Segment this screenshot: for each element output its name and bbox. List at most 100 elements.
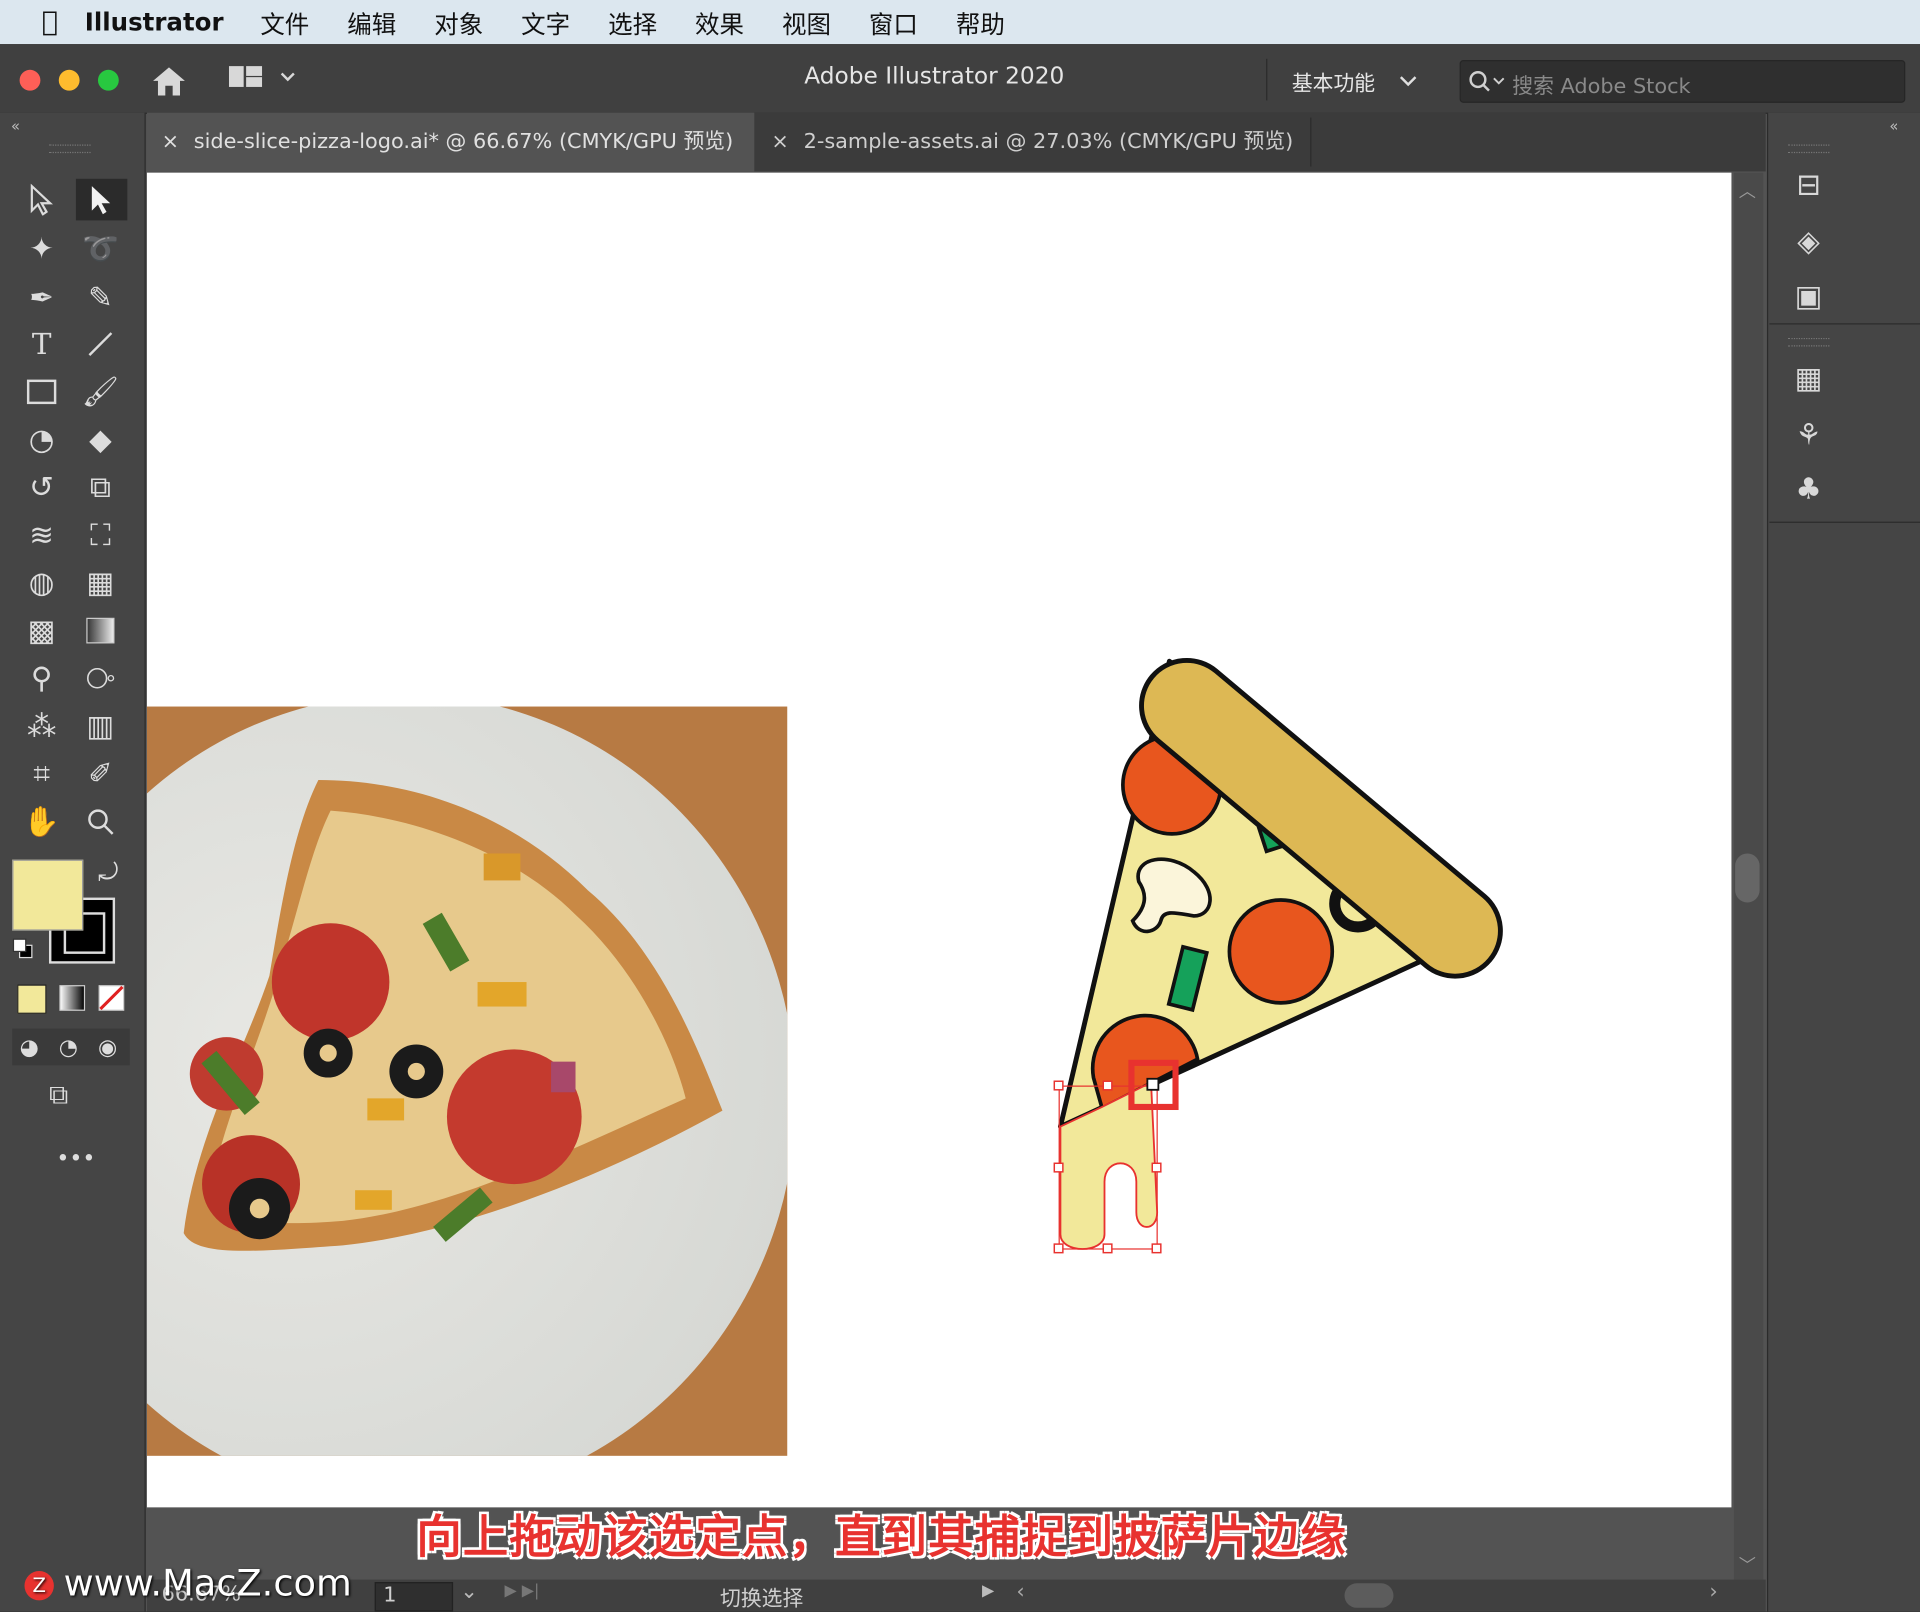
mesh-tool-icon[interactable]: ▩ (20, 610, 64, 652)
shape-builder-tool-icon[interactable]: ◍ (20, 562, 64, 604)
slice-tool-icon[interactable]: ✐ (78, 753, 122, 795)
gradient-tool-icon[interactable] (78, 610, 122, 652)
panel-divider (1769, 323, 1920, 325)
draw-behind-icon[interactable]: ◔ (59, 1035, 78, 1061)
layers-panel-icon[interactable]: ◈ (1788, 220, 1830, 262)
macz-logo-icon: Z (24, 1570, 54, 1600)
vertical-scroll-thumb[interactable] (1735, 853, 1760, 903)
status-bar: 66.67% 1 ⌄ ▶ ▶| 切换选择 ▶ ‹ › (146, 1579, 1766, 1612)
line-segment-tool-icon[interactable] (78, 323, 122, 365)
rectangle-tool-icon[interactable] (20, 371, 64, 413)
pen-tool-icon[interactable]: ✒ (20, 277, 64, 319)
collapse-panel-icon[interactable]: « (11, 118, 20, 135)
menu-bar:  Illustrator 文件 编辑 对象 文字 选择 效果 视图 窗口 帮助 (0, 0, 1920, 45)
workspace-switcher[interactable]: 基本功能 (1292, 66, 1375, 96)
draw-inside-icon[interactable]: ◉ (98, 1035, 117, 1061)
panel-grip[interactable] (48, 144, 91, 154)
zoom-window-button[interactable] (97, 69, 119, 91)
pizza-slice-logo[interactable] (1029, 563, 1592, 1273)
zoom-tool-icon[interactable] (78, 801, 122, 843)
horizontal-scroll-thumb[interactable] (1344, 1583, 1394, 1608)
lasso-tool-icon[interactable]: ➰ (78, 228, 122, 270)
menu-type[interactable]: 文字 (521, 4, 570, 40)
menu-edit[interactable]: 编辑 (347, 4, 396, 40)
menu-effect[interactable]: 效果 (695, 4, 744, 40)
search-icon (1469, 71, 1505, 92)
shaper-tool-icon[interactable]: ◔ (20, 419, 64, 461)
properties-panel-icon[interactable]: ⊟ (1788, 164, 1830, 206)
color-mode-button[interactable] (17, 984, 47, 1014)
menu-view[interactable]: 视图 (782, 4, 831, 40)
watermark-text: www.MacZ.com (63, 1562, 352, 1606)
artboard-number-field[interactable]: 1 (374, 1582, 454, 1612)
free-transform-tool-icon[interactable]: ⛶ (78, 514, 122, 556)
swap-fill-stroke-icon[interactable]: ⤾ (98, 857, 118, 886)
status-menu-icon[interactable]: ▶ (982, 1582, 994, 1600)
next-artboard-icon[interactable]: ▶ ▶| (504, 1582, 539, 1600)
menu-object[interactable]: 对象 (434, 4, 483, 40)
scroll-up-icon[interactable]: ︿ (1739, 179, 1756, 203)
artboard-dropdown-icon[interactable]: ⌄ (460, 1580, 477, 1604)
panel-grip[interactable] (1787, 337, 1830, 347)
symbols-panel-icon[interactable]: ♣ (1788, 468, 1830, 510)
libraries-panel-icon[interactable]: ▣ (1788, 276, 1830, 318)
close-tab-icon[interactable]: × (162, 130, 179, 154)
gradient-mode-button[interactable] (59, 984, 86, 1011)
width-tool-icon[interactable]: ≋ (20, 514, 64, 556)
direct-selection-tool-icon[interactable] (75, 178, 128, 221)
adobe-stock-search-input[interactable]: 搜索 Adobe Stock (1459, 60, 1906, 103)
pepperoni-2 (1227, 898, 1335, 1005)
window-title: Adobe Illustrator 2020 (804, 62, 1065, 90)
menu-window[interactable]: 窗口 (869, 4, 918, 40)
fill-swatch[interactable] (12, 859, 84, 931)
menu-app-name[interactable]: Illustrator (85, 7, 224, 36)
selection-tool-icon[interactable] (20, 179, 64, 221)
artboard-tool-icon[interactable]: ⌗ (20, 753, 64, 795)
panel-grip[interactable] (1787, 144, 1830, 154)
none-mode-button[interactable] (98, 984, 125, 1011)
divider (1266, 58, 1268, 101)
edit-toolbar-button[interactable]: ••• (56, 1146, 95, 1172)
close-tab-icon[interactable]: × (771, 130, 788, 154)
tab-label: side-slice-pizza-logo.ai* @ 66.67% (CMYK… (193, 129, 734, 155)
expand-panels-icon[interactable]: « (1889, 118, 1898, 135)
scroll-left-icon[interactable]: ‹ (1016, 1580, 1024, 1604)
pizza-reference-photo[interactable] (146, 706, 788, 1456)
menu-select[interactable]: 选择 (608, 4, 657, 40)
home-icon[interactable] (149, 64, 188, 98)
tab-label: 2-sample-assets.ai @ 27.03% (CMYK/GPU 预览… (803, 129, 1294, 155)
chevron-down-icon[interactable] (1398, 73, 1418, 88)
eraser-tool-icon[interactable]: ◆ (78, 419, 122, 461)
minimize-window-button[interactable] (58, 69, 80, 91)
tab-side-slice-pizza-logo[interactable]: × side-slice-pizza-logo.ai* @ 66.67% (CMY… (146, 112, 755, 172)
scale-tool-icon[interactable]: ⧉ (78, 467, 122, 509)
arrange-documents-icon[interactable] (228, 65, 301, 89)
scroll-right-icon[interactable]: › (1709, 1580, 1717, 1604)
blend-tool-icon[interactable]: ⧂ (78, 658, 122, 700)
curvature-tool-icon[interactable]: ✎ (78, 277, 122, 319)
status-mode[interactable]: 切换选择 (720, 1581, 803, 1611)
watermark: Zwww.MacZ.com (24, 1562, 352, 1606)
hand-tool-icon[interactable]: ✋ (20, 801, 64, 843)
eyedropper-tool-icon[interactable]: ⚲ (20, 658, 64, 700)
paintbrush-tool-icon[interactable]: 🖌 (78, 371, 122, 413)
magic-wand-tool-icon[interactable]: ✦ (20, 228, 64, 270)
draw-normal-icon[interactable]: ◕ (20, 1035, 39, 1061)
swatches-panel-icon[interactable]: ▦ (1788, 358, 1830, 400)
menu-file[interactable]: 文件 (260, 4, 309, 40)
default-fill-stroke-icon[interactable] (12, 938, 34, 960)
apple-icon[interactable]:  (42, 7, 58, 38)
perspective-grid-tool-icon[interactable]: ▦ (78, 562, 122, 604)
screen-mode-icon[interactable]: ⧉ (49, 1080, 68, 1111)
type-tool-icon[interactable]: T (20, 323, 64, 365)
artboard-number: 1 (383, 1583, 397, 1608)
symbol-sprayer-tool-icon[interactable]: ⁂ (20, 705, 64, 747)
tab-2-sample-assets[interactable]: × 2-sample-assets.ai @ 27.03% (CMYK/GPU 预… (759, 113, 1310, 172)
column-graph-tool-icon[interactable]: ▥ (78, 705, 122, 747)
brushes-panel-icon[interactable]: ⚘ (1788, 414, 1830, 456)
selected-anchor (1146, 1077, 1160, 1091)
rotate-tool-icon[interactable]: ↺ (20, 467, 64, 509)
app-window:  Illustrator 文件 编辑 对象 文字 选择 效果 视图 窗口 帮助… (0, 0, 1920, 1612)
menu-help[interactable]: 帮助 (956, 4, 1005, 40)
close-window-button[interactable] (19, 69, 41, 91)
